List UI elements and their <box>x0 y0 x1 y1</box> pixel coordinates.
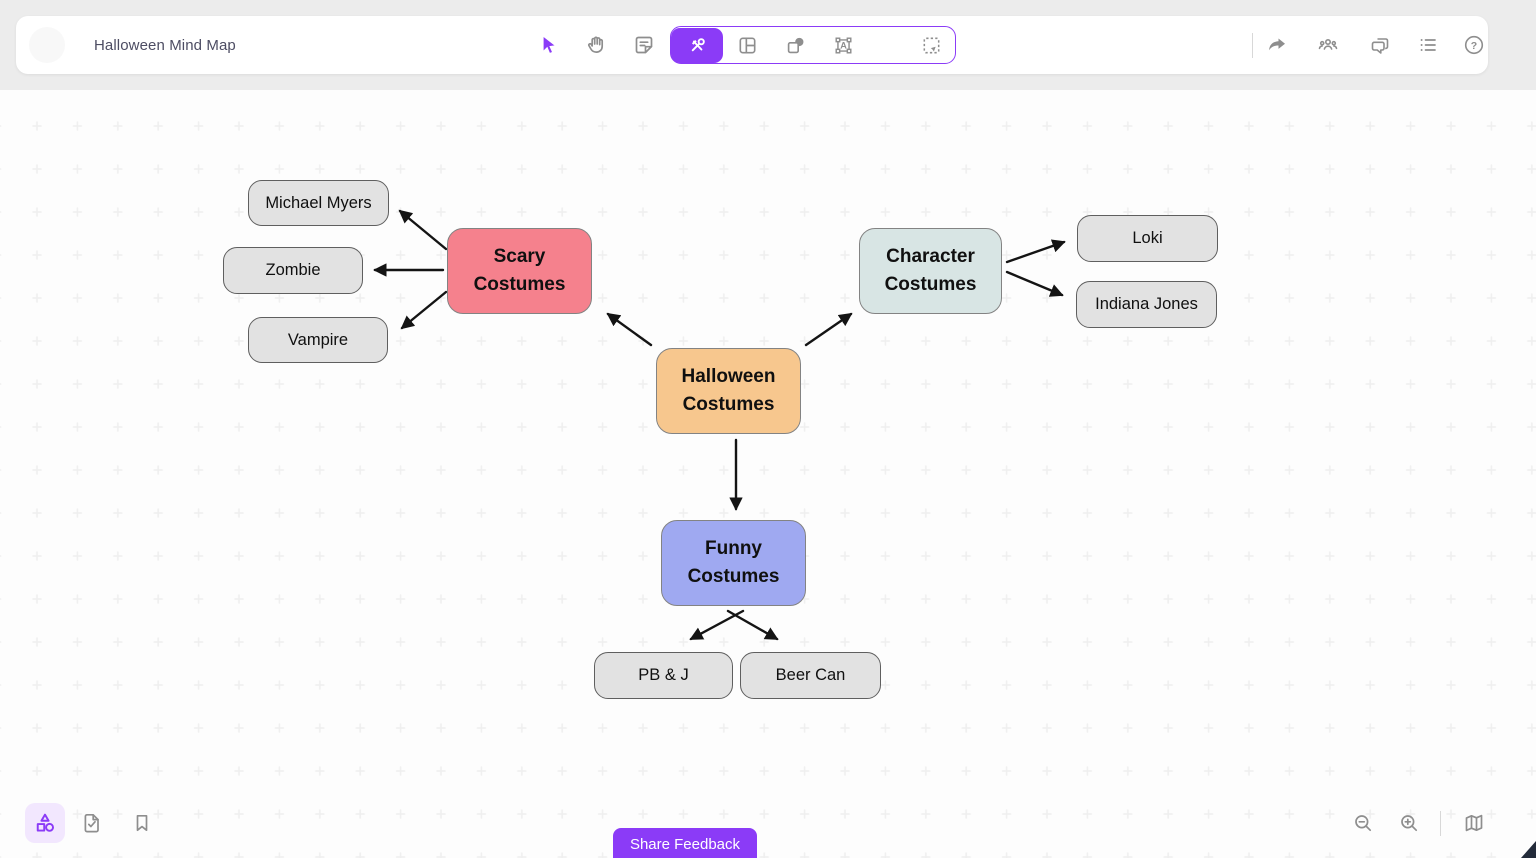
edge-scary-michael <box>400 211 446 249</box>
layout-template-button[interactable] <box>723 28 771 63</box>
shapes-panel-button[interactable] <box>25 803 65 843</box>
node-zombie[interactable]: Zombie <box>223 247 363 294</box>
edge-funny-pbj <box>691 611 743 639</box>
topbar-divider <box>1252 33 1253 58</box>
help-icon[interactable]: ? <box>1452 23 1496 67</box>
node-scary-costumes[interactable]: Scary Costumes <box>447 228 592 314</box>
outline-list-icon[interactable] <box>1406 23 1450 67</box>
node-character-costumes[interactable]: Character Costumes <box>859 228 1002 314</box>
select-cursor-icon[interactable] <box>526 23 570 67</box>
zoom-out-button[interactable] <box>1345 805 1381 841</box>
comments-icon[interactable] <box>1358 23 1402 67</box>
node-michael-myers[interactable]: Michael Myers <box>248 180 389 226</box>
marquee-select-button[interactable] <box>907 28 955 63</box>
app-logo[interactable] <box>29 27 65 63</box>
tool-group: A <box>670 26 956 64</box>
edge-scary-vampire <box>402 292 446 328</box>
bookmark-button[interactable] <box>124 805 160 841</box>
svg-text:A: A <box>840 40 847 50</box>
edge-halloween-character <box>806 314 851 345</box>
node-label: Vampire <box>288 331 348 350</box>
document-title[interactable]: Halloween Mind Map <box>94 16 236 74</box>
sticky-note-icon[interactable] <box>622 23 666 67</box>
node-label: Halloween Costumes <box>657 363 800 420</box>
mouse-cursor <box>1521 841 1536 858</box>
node-funny-costumes[interactable]: Funny Costumes <box>661 520 806 606</box>
node-halloween-costumes[interactable]: Halloween Costumes <box>656 348 801 434</box>
zoom-in-button[interactable] <box>1391 805 1427 841</box>
node-label: PB & J <box>638 666 688 685</box>
node-label: Beer Can <box>776 666 846 685</box>
minimap-button[interactable] <box>1456 805 1492 841</box>
topbar: Halloween Mind Map <box>16 16 1488 74</box>
share-feedback-label: Share Feedback <box>630 836 740 853</box>
build-tools-button[interactable] <box>671 28 723 63</box>
node-pb-and-j[interactable]: PB & J <box>594 652 733 699</box>
text-box-button[interactable]: A <box>819 28 867 63</box>
node-label: Scary Costumes <box>448 243 591 300</box>
checklist-doc-button[interactable] <box>74 805 110 841</box>
node-label: Michael Myers <box>265 194 371 213</box>
edge-halloween-scary <box>608 314 651 345</box>
share-feedback-button[interactable]: Share Feedback <box>613 828 757 858</box>
node-label: Character Costumes <box>860 243 1001 300</box>
edge-funny-beercan <box>728 611 777 639</box>
svg-text:?: ? <box>1471 40 1477 52</box>
app-window: Halloween Costumes Scary Costumes Charac… <box>0 0 1536 858</box>
edge-character-loki <box>1007 242 1064 262</box>
collaborators-icon[interactable] <box>1306 23 1350 67</box>
node-label: Zombie <box>265 261 320 280</box>
pan-hand-icon[interactable] <box>574 23 618 67</box>
node-indiana-jones[interactable]: Indiana Jones <box>1076 281 1217 328</box>
shapes-button[interactable] <box>771 28 819 63</box>
node-vampire[interactable]: Vampire <box>248 317 388 363</box>
edge-character-indiana <box>1007 272 1062 295</box>
node-loki[interactable]: Loki <box>1077 215 1218 262</box>
node-label: Funny Costumes <box>662 535 805 592</box>
node-label: Loki <box>1132 229 1162 248</box>
node-label: Indiana Jones <box>1095 295 1198 314</box>
share-arrow-icon[interactable] <box>1255 23 1299 67</box>
bottom-divider <box>1440 811 1441 836</box>
tool-group-spacer <box>867 45 907 46</box>
node-beer-can[interactable]: Beer Can <box>740 652 881 699</box>
dot-grid <box>0 90 1536 858</box>
